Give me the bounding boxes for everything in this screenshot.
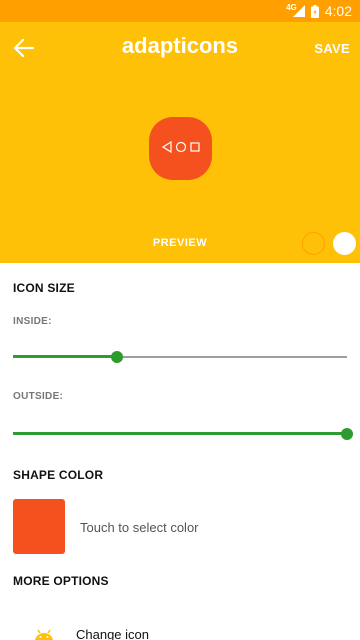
icon-size-title: ICON SIZE [13, 281, 75, 295]
clock: 4:02 [324, 3, 352, 19]
status-icons: 4G 4:02 [286, 2, 352, 20]
android-icon [33, 628, 55, 640]
slider-thumb[interactable] [110, 351, 123, 363]
slider-fill [13, 432, 347, 435]
background-option-white[interactable] [333, 232, 356, 255]
icon-preview [149, 117, 212, 180]
outside-slider[interactable] [13, 427, 353, 441]
shape-color-title: SHAPE COLOR [13, 468, 104, 482]
slider-thumb[interactable] [341, 428, 353, 440]
preview-header: adapticons SAVE PREVIEW [0, 22, 360, 263]
inside-label: INSIDE: [13, 316, 52, 327]
change-icon-label: Change icon [76, 627, 149, 640]
navigation-buttons-icon [161, 140, 200, 158]
inside-slider[interactable] [13, 350, 347, 364]
network-type: 4G [286, 2, 297, 12]
shape-color-swatch[interactable] [13, 499, 65, 554]
battery-icon [310, 4, 319, 18]
background-option-yellow[interactable] [302, 232, 325, 255]
more-options-title: MORE OPTIONS [13, 574, 109, 588]
outside-label: OUTSIDE: [13, 391, 64, 402]
status-bar: 4G 4:02 [0, 0, 360, 22]
change-icon-option[interactable]: Change icon [0, 612, 360, 640]
app-title: adapticons [121, 33, 239, 58]
select-color-hint[interactable]: Touch to select color [80, 520, 199, 535]
save-button[interactable]: SAVE [314, 41, 350, 56]
slider-fill [13, 355, 117, 358]
